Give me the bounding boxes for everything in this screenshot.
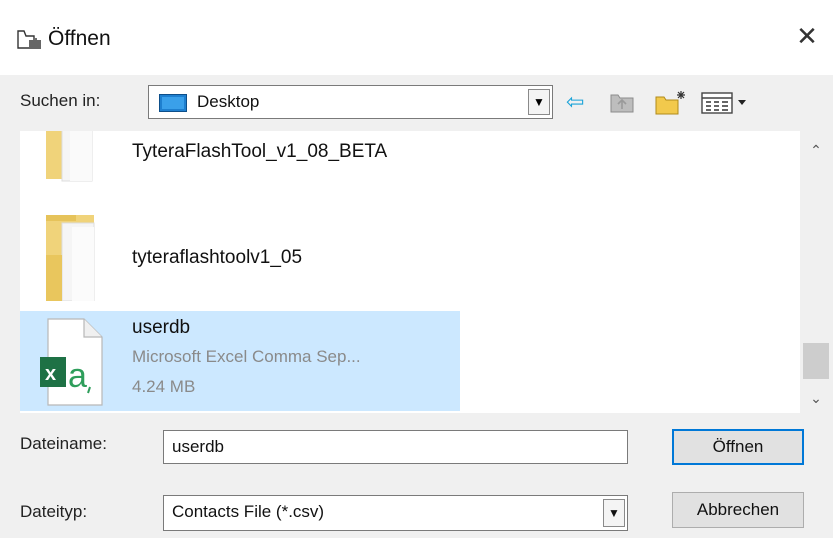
back-arrow-icon[interactable]: ⇦ [566, 89, 594, 115]
cancel-button[interactable]: Abbrechen [672, 492, 804, 528]
filename-input[interactable] [163, 430, 628, 464]
file-type: Microsoft Excel Comma Sep... [132, 347, 361, 366]
chevron-down-icon[interactable]: ▼ [528, 89, 550, 115]
excel-csv-file-icon: x a [40, 318, 103, 406]
svg-text:a: a [68, 357, 87, 395]
look-in-combobox[interactable]: Desktop ▼ [148, 85, 553, 119]
file-name: tyteraflashtoolv1_05 [132, 247, 303, 268]
file-list: TyteraFlashTool_v1_08_BETA tyteraflashto… [20, 131, 832, 413]
filetype-label: Dateityp: [20, 502, 88, 521]
svg-text:x: x [45, 363, 56, 385]
open-folder-icon [17, 30, 41, 49]
folder-icon [46, 131, 93, 182]
list-item[interactable]: TyteraFlashTool_v1_08_BETA [20, 131, 460, 187]
chevron-up-icon[interactable]: ⌃ [800, 137, 832, 163]
scrollbar-thumb[interactable] [803, 343, 829, 379]
filetype-select[interactable]: Contacts File (*.csv) ▼ [163, 495, 628, 531]
chevron-down-icon[interactable]: ⌄ [800, 385, 832, 411]
filetype-value: Contacts File (*.csv) [172, 502, 325, 521]
new-folder-icon[interactable] [654, 89, 688, 115]
view-menu-icon[interactable] [700, 89, 756, 115]
title-bar: Öffnen ✕ [0, 0, 833, 75]
desktop-icon [159, 94, 187, 112]
close-button[interactable]: ✕ [791, 20, 823, 52]
window-title: Öffnen [48, 27, 111, 50]
file-name: TyteraFlashTool_v1_08_BETA [132, 141, 388, 162]
open-button[interactable]: Öffnen [672, 429, 804, 465]
open-dialog: Suchen in: Desktop ▼ ⇦ TyteraFlashTool_v… [0, 75, 833, 538]
list-item[interactable]: tyteraflashtoolv1_05 [20, 211, 460, 303]
close-icon: ✕ [796, 21, 818, 51]
chevron-down-icon[interactable]: ▼ [603, 499, 625, 527]
vertical-scrollbar[interactable]: ⌃ ⌄ [800, 131, 832, 413]
file-size: 4.24 MB [132, 377, 196, 396]
look-in-value: Desktop [197, 92, 260, 111]
look-in-label: Suchen in: [20, 91, 101, 110]
list-item-selected[interactable]: x a userdb Microsoft Excel Comma Sep... … [20, 311, 460, 411]
up-folder-icon[interactable] [608, 89, 636, 115]
folder-icon [46, 215, 95, 301]
filename-label: Dateiname: [20, 434, 107, 453]
file-name: userdb [132, 317, 191, 338]
